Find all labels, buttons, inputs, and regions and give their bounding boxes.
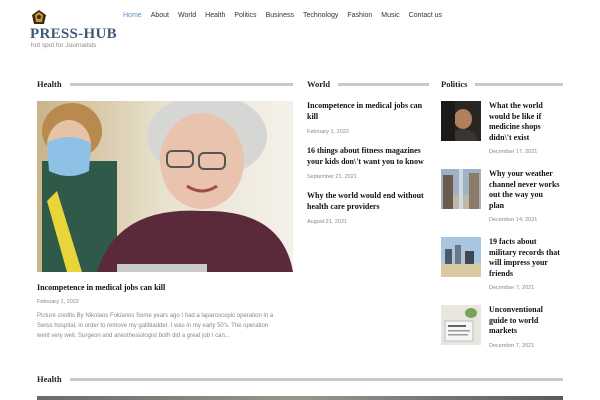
logo-icon[interactable] <box>31 9 47 25</box>
politics-thumbnail[interactable] <box>441 305 481 345</box>
title-line: military records that <box>489 247 560 257</box>
world-article-title[interactable]: Why the world would end without health c… <box>307 191 432 212</box>
section-divider <box>69 377 563 381</box>
politics-article-date: December 14, 2021 <box>489 217 538 223</box>
main-nav: Home About World Health Politics Busines… <box>123 12 442 19</box>
nav-home[interactable]: Home <box>123 12 142 19</box>
nav-business[interactable]: Business <box>266 12 294 19</box>
politics-article-date: December 7, 2021 <box>489 285 535 291</box>
world-article-date: August 21, 2021 <box>307 219 348 225</box>
site-tagline: hot spot for Journalists <box>31 42 97 49</box>
politics-article: Unconventional guide to world markets De… <box>489 305 569 349</box>
section-title: Health <box>37 79 62 89</box>
section-heading-world: World <box>307 79 429 89</box>
section-title: Health <box>37 374 62 384</box>
feature-image[interactable] <box>37 101 293 272</box>
politics-article-date: December 17, 2021 <box>489 149 538 155</box>
nav-technology[interactable]: Technology <box>303 12 338 19</box>
title-line: didn\'t exist <box>489 132 530 142</box>
politics-article-title[interactable]: 19 facts about military records that wil… <box>489 237 569 279</box>
title-line: Incompetence in medical jobs can <box>307 101 423 110</box>
section-heading-health-bottom: Health <box>37 374 563 384</box>
world-article-date: February 1, 2022 <box>307 129 349 135</box>
world-article: Incompetence in medical jobs can kill Fe… <box>307 101 432 135</box>
feature-date: February 1, 2022 <box>37 299 79 305</box>
title-line: kill <box>307 111 319 121</box>
politics-thumbnail[interactable] <box>441 101 481 141</box>
site-name[interactable]: PRESS-HUB <box>30 26 117 43</box>
politics-article-title[interactable]: Unconventional guide to world markets <box>489 305 569 337</box>
section-title: World <box>307 79 331 89</box>
title-line: would be like if <box>489 111 542 121</box>
feature-title[interactable]: Incompetence in medical jobs can kill <box>37 283 293 294</box>
world-article-date: September 21, 2021 <box>307 174 357 180</box>
politics-article-title[interactable]: Why your weather channel never works out… <box>489 169 569 211</box>
excerpt-line: Swiss hospital, in order to remove my ga… <box>37 323 269 329</box>
politics-thumbnail[interactable] <box>441 169 481 209</box>
nav-politics[interactable]: Politics <box>234 12 256 19</box>
nav-fashion[interactable]: Fashion <box>347 12 372 19</box>
title-line: What the world <box>489 101 543 110</box>
nav-health[interactable]: Health <box>205 12 225 19</box>
nav-contact[interactable]: Contact us <box>409 12 442 19</box>
section-divider <box>69 82 293 86</box>
title-line: plan <box>489 200 505 210</box>
bottom-feature-image[interactable] <box>37 396 563 400</box>
politics-article: What the world would be like if medicine… <box>489 101 569 155</box>
title-line: markets <box>489 326 517 335</box>
title-line: Why the world would end without <box>307 191 424 200</box>
politics-article-date: December 7, 2021 <box>489 342 535 349</box>
title-line: channel never works <box>489 179 560 189</box>
title-line: your kids don\'t want you to know <box>307 156 424 166</box>
section-heading-health: Health <box>37 79 293 89</box>
feature-excerpt: Picture credits By Nikolaos Fokianos Som… <box>37 311 297 341</box>
title-line: health care providers <box>307 201 380 211</box>
section-heading-politics: Politics <box>441 79 563 89</box>
title-line: 16 things about fitness magazines <box>307 146 421 155</box>
world-article: 16 things about fitness magazines your k… <box>307 146 432 180</box>
nav-music[interactable]: Music <box>381 12 399 19</box>
title-line: friends <box>489 268 513 278</box>
title-line: out the way you <box>489 190 544 199</box>
section-divider <box>338 82 429 86</box>
world-article-title[interactable]: 16 things about fitness magazines your k… <box>307 146 432 167</box>
section-title: Politics <box>441 79 468 89</box>
excerpt-line: went very well. Surgeon and anesthesiolo… <box>37 333 230 339</box>
title-line: Why your weather <box>489 169 553 178</box>
title-line: 19 facts about <box>489 237 537 246</box>
politics-article: Why your weather channel never works out… <box>489 169 569 223</box>
section-divider <box>475 82 563 86</box>
title-line: guide to world <box>489 315 539 325</box>
nav-about[interactable]: About <box>151 12 169 19</box>
title-line: medicine shops <box>489 122 541 131</box>
nav-world[interactable]: World <box>178 12 196 19</box>
site-header: PRESS-HUB hot spot for Journalists Home … <box>0 0 600 60</box>
title-line: will impress your <box>489 258 548 267</box>
title-line: Unconventional <box>489 305 543 314</box>
politics-article-title[interactable]: What the world would be like if medicine… <box>489 101 569 143</box>
excerpt-line: Picture credits By Nikolaos Fokianos Som… <box>37 313 274 319</box>
world-article: Why the world would end without health c… <box>307 191 432 225</box>
politics-thumbnail[interactable] <box>441 237 481 277</box>
world-article-title[interactable]: Incompetence in medical jobs can kill <box>307 101 432 122</box>
politics-article: 19 facts about military records that wil… <box>489 237 569 291</box>
